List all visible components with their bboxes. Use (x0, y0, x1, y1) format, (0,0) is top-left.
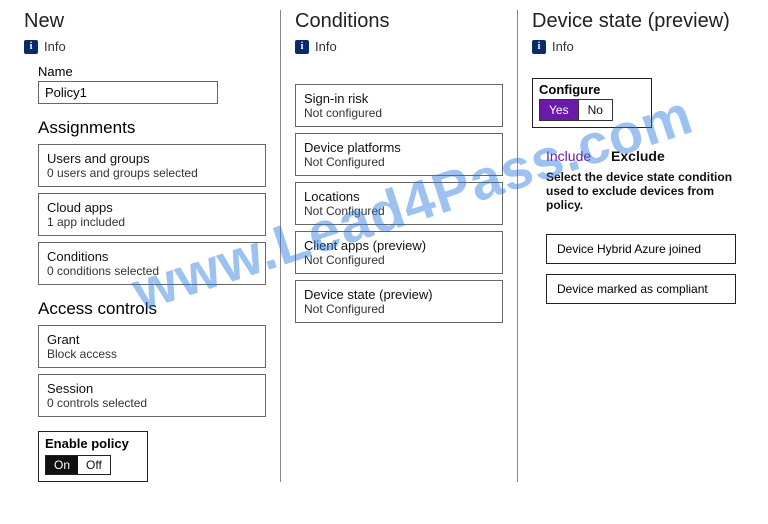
blade-title-new: New (24, 10, 266, 33)
info-label: Info (44, 39, 66, 54)
info-icon: i (295, 40, 309, 54)
opt-title: Device platforms (304, 140, 494, 155)
choice-marked-compliant[interactable]: Device marked as compliant (546, 274, 736, 304)
blade-new: New i Info Name Assignments Users and gr… (10, 10, 280, 482)
info-label: Info (552, 39, 574, 54)
blade-title-conditions: Conditions (295, 10, 503, 33)
access-grant[interactable]: Grant Block access (38, 325, 266, 368)
info-icon: i (24, 40, 38, 54)
opt-title: Users and groups (47, 151, 257, 166)
enable-policy-label: Enable policy (45, 436, 141, 451)
configure-yes[interactable]: Yes (540, 100, 578, 120)
assignment-users-groups[interactable]: Users and groups 0 users and groups sele… (38, 144, 266, 187)
helper-text: Select the device state condition used t… (546, 170, 744, 212)
opt-subtitle: Block access (47, 347, 257, 361)
assignments-heading: Assignments (38, 118, 266, 138)
info-row[interactable]: i Info (532, 39, 744, 54)
blade-device-state: Device state (preview) i Info Configure … (518, 10, 758, 482)
opt-subtitle: Not Configured (304, 204, 494, 218)
toggle-off[interactable]: Off (78, 456, 110, 474)
opt-title: Locations (304, 189, 494, 204)
opt-title: Device state (preview) (304, 287, 494, 302)
condition-client-apps[interactable]: Client apps (preview) Not Configured (295, 231, 503, 274)
info-label: Info (315, 39, 337, 54)
opt-subtitle: Not Configured (304, 302, 494, 316)
info-row[interactable]: i Info (24, 39, 266, 54)
configure-toggle[interactable]: Yes No (539, 99, 613, 121)
blade-title-device-state: Device state (preview) (532, 10, 744, 33)
configure-label: Configure (539, 82, 645, 97)
tab-exclude[interactable]: Exclude (611, 148, 665, 164)
opt-subtitle: 0 conditions selected (47, 264, 257, 278)
info-row[interactable]: i Info (295, 39, 503, 54)
condition-device-state[interactable]: Device state (preview) Not Configured (295, 280, 503, 323)
enable-policy-toggle[interactable]: On Off (45, 455, 111, 475)
opt-subtitle: Not Configured (304, 155, 494, 169)
assignment-cloud-apps[interactable]: Cloud apps 1 app included (38, 193, 266, 236)
opt-title: Client apps (preview) (304, 238, 494, 253)
opt-title: Cloud apps (47, 200, 257, 215)
access-controls-heading: Access controls (38, 299, 266, 319)
configure-box: Configure Yes No (532, 78, 652, 128)
name-label: Name (38, 64, 266, 79)
configure-no[interactable]: No (578, 100, 612, 120)
opt-subtitle: Not Configured (304, 253, 494, 267)
opt-title: Conditions (47, 249, 257, 264)
blade-conditions: Conditions i Info Sign-in risk Not confi… (280, 10, 518, 482)
choice-hybrid-azure-joined[interactable]: Device Hybrid Azure joined (546, 234, 736, 264)
condition-device-platforms[interactable]: Device platforms Not Configured (295, 133, 503, 176)
assignment-conditions[interactable]: Conditions 0 conditions selected (38, 242, 266, 285)
opt-title: Sign-in risk (304, 91, 494, 106)
opt-subtitle: 1 app included (47, 215, 257, 229)
condition-signin-risk[interactable]: Sign-in risk Not configured (295, 84, 503, 127)
toggle-on[interactable]: On (46, 456, 78, 474)
info-icon: i (532, 40, 546, 54)
enable-policy-box: Enable policy On Off (38, 431, 148, 482)
access-session[interactable]: Session 0 controls selected (38, 374, 266, 417)
condition-locations[interactable]: Locations Not Configured (295, 182, 503, 225)
opt-title: Session (47, 381, 257, 396)
include-exclude-tabs: Include Exclude (546, 148, 744, 164)
opt-subtitle: Not configured (304, 106, 494, 120)
tab-include[interactable]: Include (546, 148, 591, 164)
policy-name-input[interactable] (38, 81, 218, 104)
opt-subtitle: 0 controls selected (47, 396, 257, 410)
opt-title: Grant (47, 332, 257, 347)
opt-subtitle: 0 users and groups selected (47, 166, 257, 180)
